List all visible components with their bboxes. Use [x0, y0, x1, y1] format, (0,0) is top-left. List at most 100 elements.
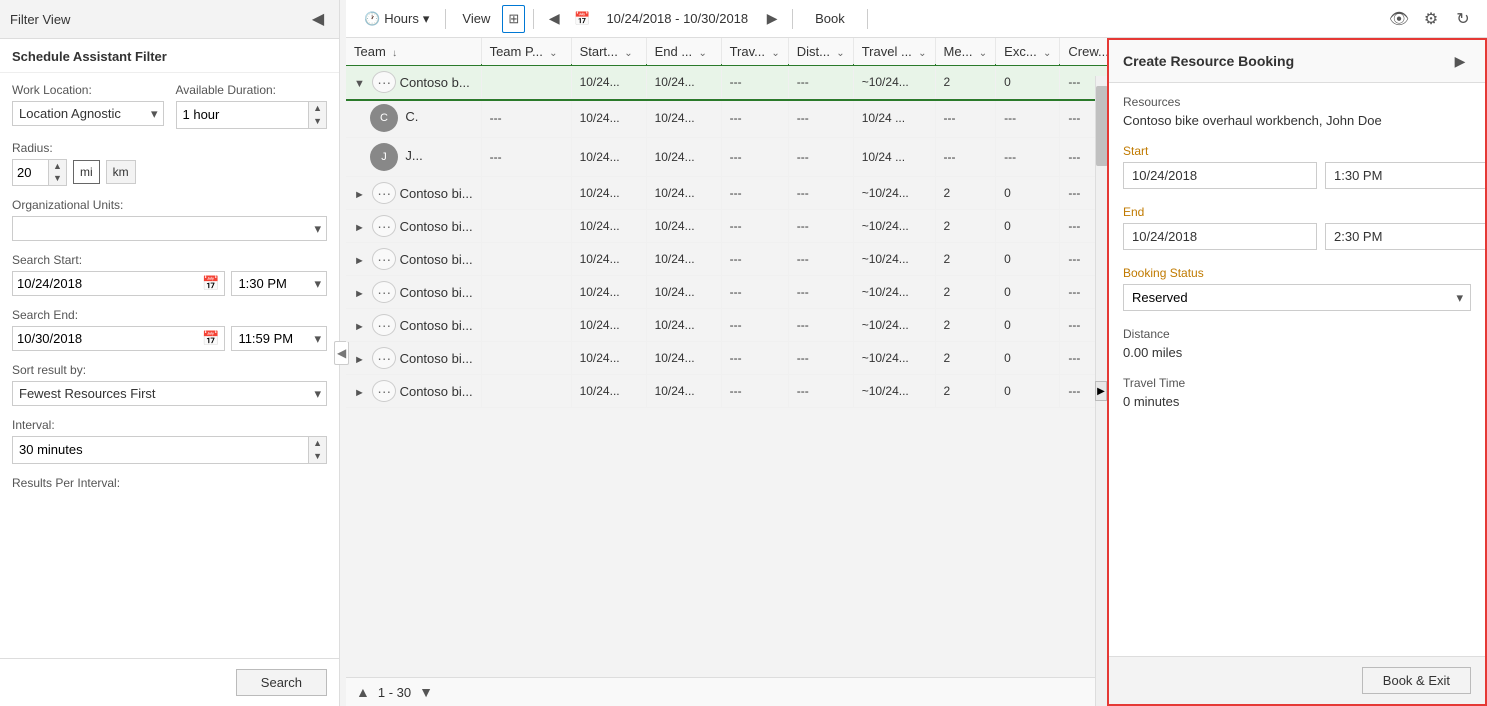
search-start-date-input[interactable]	[13, 272, 197, 295]
expand-icon[interactable]: ▼	[354, 78, 365, 90]
org-units-label: Organizational Units:	[12, 198, 327, 212]
search-end-row: Search End: 📅 11:59 PM	[12, 308, 327, 351]
options-dots-6[interactable]: ···	[372, 248, 396, 270]
filter-footer: Search	[0, 658, 339, 706]
refresh-icon-btn[interactable]: ↻	[1449, 5, 1477, 33]
options-dots-4[interactable]: ···	[372, 182, 396, 204]
col-travel[interactable]: Travel ... ⌄	[853, 38, 935, 66]
col-dist[interactable]: Dist... ⌄	[788, 38, 853, 66]
cell-travel-1: ~10/24...	[853, 66, 935, 99]
col-team[interactable]: Team ↓	[346, 38, 481, 66]
options-dots-8[interactable]: ···	[372, 314, 396, 336]
book-exit-button[interactable]: Book & Exit	[1362, 667, 1471, 694]
radius-decrement-btn[interactable]: ▼	[49, 172, 66, 185]
start-time-input[interactable]	[1325, 162, 1485, 189]
expand-icon-7[interactable]: ►	[354, 288, 365, 300]
table-row[interactable]: ► ··· Contoso bi... 10/24...10/24... ---…	[346, 375, 1107, 408]
org-units-input[interactable]	[12, 216, 327, 241]
interval-increment-btn[interactable]: ▲	[309, 437, 326, 450]
available-duration-input[interactable]	[177, 103, 309, 126]
child-name-c: C.	[405, 109, 418, 124]
table-scrollbar-track[interactable]: ▶	[1095, 76, 1107, 706]
end-label: End	[1123, 205, 1471, 219]
col-me[interactable]: Me... ⌄	[935, 38, 996, 66]
search-start-calendar-btn[interactable]: 📅	[197, 272, 224, 295]
next-page-btn[interactable]: ▼	[419, 684, 433, 700]
end-date-input[interactable]	[1123, 223, 1317, 250]
table-row[interactable]: ► ··· Contoso bi... 10/24...10/24... ---…	[346, 210, 1107, 243]
work-location-select[interactable]: Location Agnostic	[12, 101, 164, 126]
expand-icon-8[interactable]: ►	[354, 321, 365, 333]
interval-input[interactable]	[13, 438, 308, 461]
col-end[interactable]: End ... ⌄	[646, 38, 721, 66]
table-row[interactable]: ► ··· Contoso bi... 10/24...10/24... ---…	[346, 342, 1107, 375]
sep3	[792, 9, 793, 29]
travel-time-label: Travel Time	[1123, 376, 1471, 390]
radius-km-btn[interactable]: km	[106, 160, 136, 184]
sort-select[interactable]: Fewest Resources First	[12, 381, 327, 406]
col-trav[interactable]: Trav... ⌄	[721, 38, 788, 66]
splitter-arrow[interactable]: ▶	[1095, 381, 1107, 401]
next-date-button[interactable]: ▶	[760, 7, 784, 31]
col-exc[interactable]: Exc... ⌄	[996, 38, 1060, 66]
radius-increment-btn[interactable]: ▲	[49, 160, 66, 173]
team-name-4: Contoso bi...	[400, 186, 473, 201]
search-end-calendar-btn[interactable]: 📅	[197, 327, 224, 350]
cell-start-c: 10/24...	[571, 99, 646, 138]
view-button[interactable]: View	[454, 7, 498, 30]
expand-icon-9[interactable]: ►	[354, 354, 365, 366]
cell-me-1: 2	[935, 66, 996, 99]
table-row[interactable]: ► ··· Contoso bi... 10/24...10/24... ---…	[346, 243, 1107, 276]
search-start-time-select[interactable]: 1:30 PM	[231, 271, 327, 296]
table-row[interactable]: ▼ ··· Contoso b... 10/24... 10/24... ---…	[346, 66, 1107, 99]
radius-mi-btn[interactable]: mi	[73, 160, 100, 184]
col-crew[interactable]: Crew... ⌄	[1060, 38, 1107, 66]
expand-panel-btn[interactable]: ▶	[1449, 50, 1471, 72]
interval-input-wrapper: ▲ ▼	[12, 436, 327, 464]
options-dots-5[interactable]: ···	[372, 215, 396, 237]
search-end-date-input[interactable]	[13, 327, 197, 350]
options-dots-10[interactable]: ···	[372, 380, 396, 402]
options-dots-1[interactable]: ···	[372, 71, 396, 93]
table-row[interactable]: C C. --- 10/24... 10/24... --- --- 10/24…	[346, 99, 1107, 138]
collapse-panel-button[interactable]: ◀	[307, 8, 329, 30]
main-area: 🕐 Hours ▾ View ⊞ ◀ 📅 10/24/2018 - 10/30/…	[346, 0, 1487, 706]
prev-page-btn[interactable]: ▲	[356, 684, 370, 700]
expand-icon-4[interactable]: ►	[354, 189, 365, 201]
options-dots-9[interactable]: ···	[372, 347, 396, 369]
options-dots-7[interactable]: ···	[372, 281, 396, 303]
expand-icon-5[interactable]: ►	[354, 222, 365, 234]
eye-icon-btn[interactable]: 👁	[1385, 5, 1413, 33]
exc-sort-arrow: ⌄	[1043, 48, 1051, 59]
date-range-button[interactable]: 10/24/2018 - 10/30/2018	[598, 7, 756, 30]
expand-icon-10[interactable]: ►	[354, 387, 365, 399]
booking-status-select[interactable]: Reserved	[1123, 284, 1471, 311]
settings-icon-btn[interactable]: ⚙	[1417, 5, 1445, 33]
grid-view-button[interactable]: ⊞	[502, 5, 525, 33]
table-row[interactable]: ► ··· Contoso bi... 10/24...10/24... ---…	[346, 309, 1107, 342]
expand-icon-6[interactable]: ►	[354, 255, 365, 267]
calendar-icon-btn[interactable]: 📅	[570, 9, 594, 29]
table-row[interactable]: ► ··· Contoso bi... 10/24...10/24... ---…	[346, 276, 1107, 309]
table-row[interactable]: J J... --- 10/24... 10/24... --- --- 10/…	[346, 138, 1107, 177]
radius-input[interactable]	[13, 161, 48, 184]
col-start[interactable]: Start... ⌄	[571, 38, 646, 66]
search-button[interactable]: Search	[236, 669, 327, 696]
hours-button[interactable]: 🕐 Hours ▾	[356, 7, 437, 31]
prev-date-button[interactable]: ◀	[542, 7, 566, 31]
book-button[interactable]: Book	[801, 7, 859, 30]
end-time-input[interactable]	[1325, 223, 1485, 250]
duration-decrement-btn[interactable]: ▼	[309, 115, 326, 128]
schedule-assistant-title: Schedule Assistant Filter	[0, 39, 339, 73]
interval-decrement-btn[interactable]: ▼	[309, 450, 326, 463]
start-date-input[interactable]	[1123, 162, 1317, 189]
search-end-time-select[interactable]: 11:59 PM	[231, 326, 327, 351]
available-duration-col: Available Duration: ▲ ▼	[176, 83, 328, 129]
duration-increment-btn[interactable]: ▲	[309, 102, 326, 115]
cell-team-9: ► ··· Contoso bi...	[346, 342, 481, 375]
col-team-p[interactable]: Team P... ⌄	[481, 38, 571, 66]
table-header: Team ↓ Team P... ⌄ Start... ⌄	[346, 38, 1107, 66]
table-row[interactable]: ► ··· Contoso bi... 10/24...10/24... ---…	[346, 177, 1107, 210]
view-label: View	[462, 11, 490, 26]
work-location-label: Work Location:	[12, 83, 164, 97]
